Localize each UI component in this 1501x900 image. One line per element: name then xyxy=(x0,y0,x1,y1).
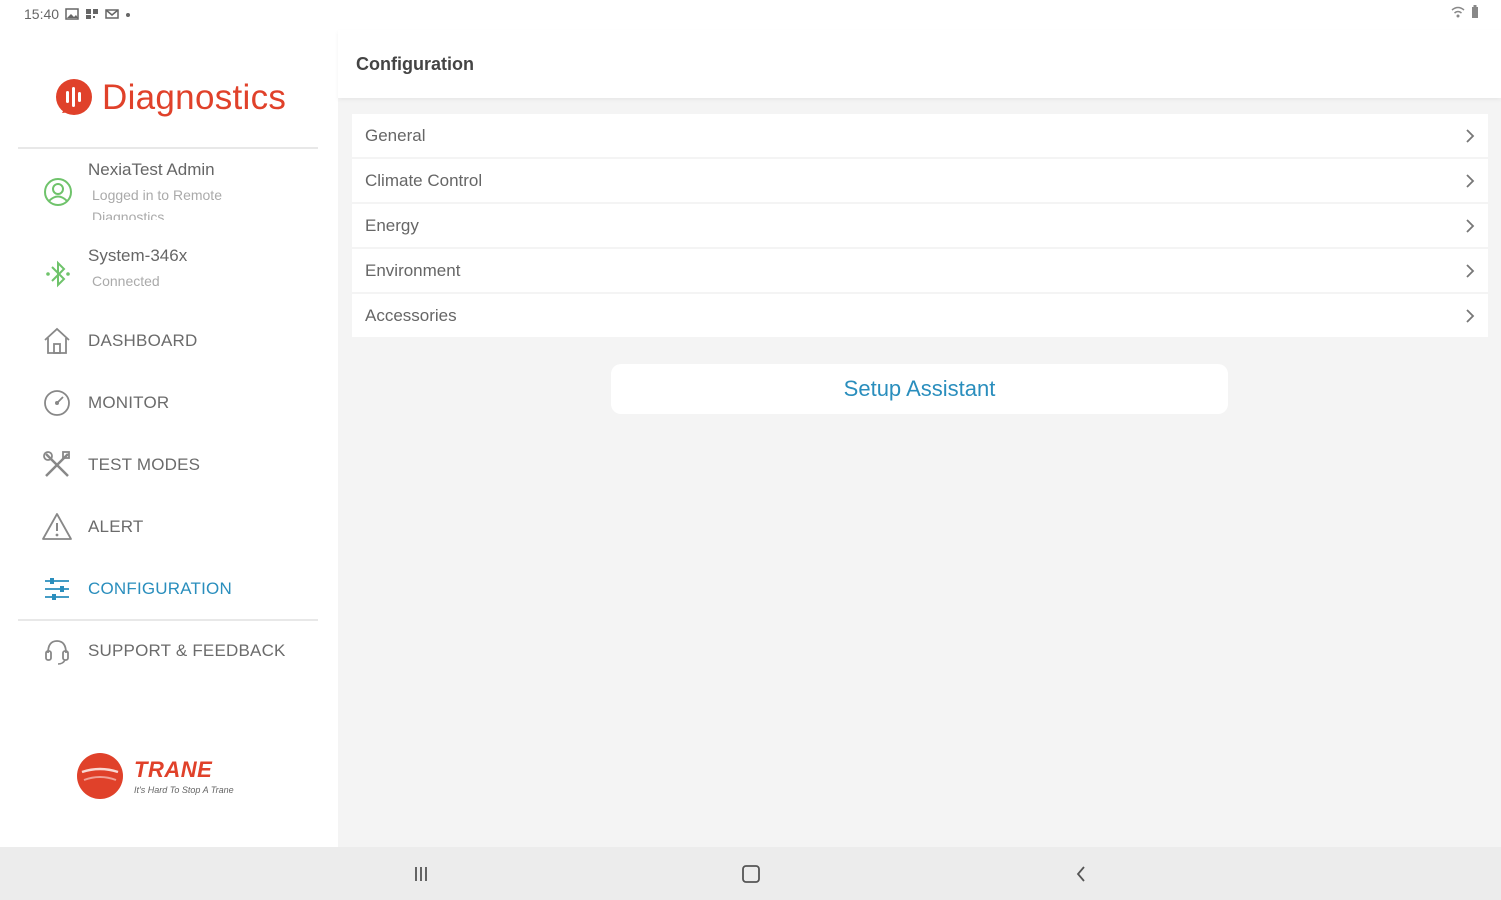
menu-item-label: Accessories xyxy=(365,305,457,325)
system-status: Connected xyxy=(92,273,160,289)
sliders-icon xyxy=(40,572,74,606)
user-name: NexiaTest Admin xyxy=(88,160,215,179)
trane-logo: TRANE It's Hard To Stop A Trane xyxy=(76,752,234,800)
nav-item-monitor[interactable]: MONITOR xyxy=(40,386,169,420)
menu-item-environment[interactable]: Environment xyxy=(352,249,1488,292)
nav-label-monitor: MONITOR xyxy=(88,393,170,412)
nav-label-alert: ALERT xyxy=(88,517,144,536)
menu-item-label: Energy xyxy=(365,215,419,235)
nav-label-support-feedback: SUPPORT & FEEDBACK xyxy=(88,641,286,660)
trane-word: TRANE xyxy=(134,757,213,782)
user-texts: NexiaTest Admin Logged in to Remote Diag… xyxy=(88,160,262,220)
diagnostics-logo-icon xyxy=(56,79,92,115)
page-title: Configuration xyxy=(356,54,474,74)
home-icon xyxy=(40,324,74,358)
chevron-right-icon xyxy=(1466,263,1475,278)
chevron-right-icon xyxy=(1466,128,1475,143)
recent-apps-icon xyxy=(415,867,427,881)
menu-item-climate-control[interactable]: Climate Control xyxy=(352,159,1488,202)
home-square-icon xyxy=(742,865,760,883)
chevron-right-icon xyxy=(1466,173,1475,188)
mail-icon xyxy=(105,9,119,19)
trane-logo-icon xyxy=(77,753,123,799)
chevron-right-icon xyxy=(1466,308,1475,323)
user-block: NexiaTest Admin Logged in to Remote Diag… xyxy=(42,160,262,220)
trane-tagline: It's Hard To Stop A Trane xyxy=(134,785,234,795)
user-icon xyxy=(44,178,72,206)
menu-item-label: Environment xyxy=(365,260,461,280)
battery-icon xyxy=(1472,5,1478,18)
menu-item-general[interactable]: General xyxy=(352,114,1488,157)
wifi-icon xyxy=(1451,6,1465,18)
sidebar: Diagnostics NexiaTest Admin Logged in to… xyxy=(0,30,338,847)
warning-icon xyxy=(40,510,74,544)
nav-label-test-modes: TEST MODES xyxy=(88,455,201,474)
user-status: Logged in to Remote Diagnostics xyxy=(92,187,222,220)
chevron-left-icon xyxy=(1076,866,1085,882)
nav-item-test-modes[interactable]: TEST MODES xyxy=(40,448,200,482)
dot-icon xyxy=(126,13,131,17)
divider xyxy=(18,147,318,149)
nav-label-dashboard: DASHBOARD xyxy=(88,331,198,350)
system-texts: System-346x Connected xyxy=(88,246,262,306)
config-menu-list: General Climate Control Energy Environme… xyxy=(352,114,1488,339)
nav-item-dashboard[interactable]: DASHBOARD xyxy=(40,324,198,358)
bluetooth-icon xyxy=(46,260,70,288)
home-button[interactable] xyxy=(738,861,764,887)
menu-item-accessories[interactable]: Accessories xyxy=(352,294,1488,337)
nav-label-configuration: CONFIGURATION xyxy=(88,579,232,598)
trane-text: TRANE It's Hard To Stop A Trane xyxy=(134,757,234,795)
divider xyxy=(18,619,318,621)
system-name: System-346x xyxy=(88,246,188,265)
menu-item-label: General xyxy=(365,125,426,145)
system-nav-bar xyxy=(0,847,1501,900)
gauge-icon xyxy=(40,386,74,420)
status-left: 15:40 xyxy=(24,6,131,22)
chevron-right-icon xyxy=(1466,218,1475,233)
headset-icon xyxy=(40,634,74,668)
nav-item-support-feedback[interactable]: SUPPORT & FEEDBACK xyxy=(40,634,286,668)
nav-item-alert[interactable]: ALERT xyxy=(40,510,144,544)
menu-item-energy[interactable]: Energy xyxy=(352,204,1488,247)
brand: Diagnostics xyxy=(54,78,286,118)
status-time: 15:40 xyxy=(24,6,60,22)
tools-icon xyxy=(40,448,74,482)
recent-apps-button[interactable] xyxy=(408,861,434,887)
qr-icon xyxy=(86,9,99,19)
nav-item-configuration[interactable]: CONFIGURATION xyxy=(40,572,232,606)
system-block: System-346x Connected xyxy=(42,246,262,306)
brand-title: Diagnostics xyxy=(102,78,287,117)
status-right xyxy=(1451,5,1479,19)
setup-assistant-button[interactable]: Setup Assistant xyxy=(611,364,1228,414)
status-bar: 15:40 xyxy=(0,0,1501,30)
back-button[interactable] xyxy=(1068,861,1094,887)
header: Configuration xyxy=(338,30,1501,98)
gallery-icon xyxy=(65,8,79,20)
menu-item-label: Climate Control xyxy=(365,170,483,190)
